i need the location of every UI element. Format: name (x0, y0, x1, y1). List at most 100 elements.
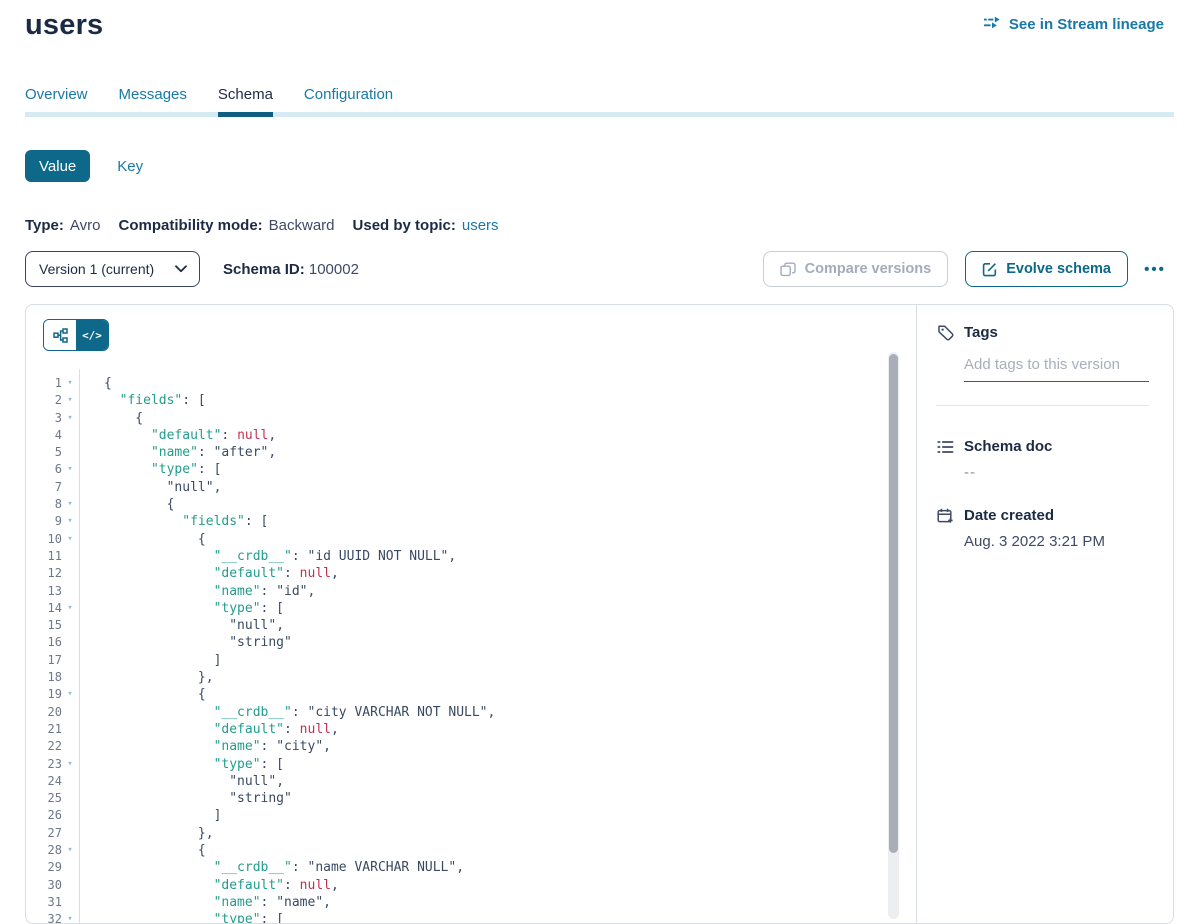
code-scrollbar-thumb[interactable] (889, 354, 898, 853)
fold-spacer (62, 565, 78, 582)
code-line-text: "fields": [ (78, 392, 206, 409)
code-line: 11"__crdb__": "id UUID NOT NULL", (26, 548, 916, 565)
code-line-text: "null", (78, 479, 221, 496)
code-line-text: "__crdb__": "city VARCHAR NOT NULL", (78, 704, 495, 721)
code-line: 24"null", (26, 773, 916, 790)
gutter-separator (79, 369, 80, 923)
line-number: 2 (26, 392, 62, 409)
fold-spacer (62, 807, 78, 824)
meta-compat-label: Compatibility mode: (118, 217, 262, 234)
code-line: 9▾"fields": [ (26, 513, 916, 530)
code-line-text: "default": null, (78, 877, 339, 894)
line-number: 7 (26, 479, 62, 496)
fold-icon[interactable]: ▾ (62, 410, 78, 427)
code-line: 18}, (26, 669, 916, 686)
more-options-button[interactable]: ••• (1136, 261, 1174, 278)
tab-overview[interactable]: Overview (25, 86, 88, 112)
fold-spacer (62, 479, 78, 496)
tabs: Overview Messages Schema Configuration (25, 86, 1174, 112)
tab-messages[interactable]: Messages (119, 86, 187, 112)
evolve-schema-button[interactable]: Evolve schema (965, 251, 1128, 287)
code-line-text: "fields": [ (78, 513, 268, 530)
tab-configuration[interactable]: Configuration (304, 86, 393, 112)
line-number: 20 (26, 704, 62, 721)
topic-link[interactable]: users (462, 217, 499, 234)
schema-doc-header: Schema doc (936, 438, 1149, 455)
line-number: 15 (26, 617, 62, 634)
code-line-text: { (78, 496, 174, 513)
code-lines: 1▾{2▾"fields": [3▾{4"default": null,5"na… (26, 375, 916, 924)
schema-id: Schema ID: 100002 (223, 261, 359, 278)
line-number: 3 (26, 410, 62, 427)
code-line: 27}, (26, 825, 916, 842)
evolve-schema-label: Evolve schema (1006, 261, 1111, 277)
value-toggle-button[interactable]: Value (25, 150, 90, 182)
fold-spacer (62, 704, 78, 721)
code-line-text: }, (78, 825, 214, 842)
fold-icon[interactable]: ▾ (62, 375, 78, 392)
version-select[interactable]: Version 1 (current) (25, 251, 200, 287)
fold-icon[interactable]: ▾ (62, 842, 78, 859)
fold-icon[interactable]: ▾ (62, 461, 78, 478)
meta-type-label: Type: (25, 217, 64, 234)
fold-icon[interactable]: ▾ (62, 513, 78, 530)
date-created-value: Aug. 3 2022 3:21 PM (964, 533, 1149, 550)
code-line: 5"name": "after", (26, 444, 916, 461)
fold-icon[interactable]: ▾ (62, 392, 78, 409)
line-number: 32 (26, 911, 62, 924)
line-number: 6 (26, 461, 62, 478)
fold-icon[interactable]: ▾ (62, 600, 78, 617)
code-line-text: "name": "name", (78, 894, 331, 911)
code-line: 20 "__crdb__": "city VARCHAR NOT NULL", (26, 704, 916, 721)
tab-schema[interactable]: Schema (218, 86, 273, 112)
code-line-text: "default": null, (78, 565, 339, 582)
line-number: 12 (26, 565, 62, 582)
code-line: 6▾"type": [ (26, 461, 916, 478)
line-number: 23 (26, 756, 62, 773)
meta-topic: Used by topic: users (353, 217, 499, 234)
fold-spacer (62, 721, 78, 738)
code-scrollbar-track[interactable] (888, 352, 899, 919)
calendar-plus-icon (936, 508, 954, 524)
line-number: 25 (26, 790, 62, 807)
code-line-text: { (78, 686, 206, 703)
fold-icon[interactable]: ▾ (62, 911, 78, 924)
fold-icon[interactable]: ▾ (62, 531, 78, 548)
fold-spacer (62, 894, 78, 911)
tags-input[interactable] (964, 356, 1149, 373)
code-line-text: { (78, 375, 112, 392)
stream-lineage-label: See in Stream lineage (1009, 16, 1164, 33)
code-line-text: "type": [ (78, 600, 284, 617)
code-line-text: "name": "id", (78, 583, 315, 600)
tree-view-button[interactable] (44, 320, 76, 350)
fold-spacer (62, 773, 78, 790)
schema-meta: Type: Avro Compatibility mode: Backward … (25, 217, 1174, 234)
code-view-button[interactable]: </> (76, 320, 108, 350)
code-line: 8▾{ (26, 496, 916, 513)
meta-compat-value: Backward (269, 217, 335, 234)
tags-input-wrap (964, 356, 1149, 382)
code-line-text: { (78, 531, 206, 548)
fold-icon[interactable]: ▾ (62, 686, 78, 703)
code-line: 25"string" (26, 790, 916, 807)
code-line-text: "__crdb__": "name VARCHAR NULL", (78, 859, 464, 876)
fold-icon[interactable]: ▾ (62, 756, 78, 773)
compare-versions-label: Compare versions (805, 261, 932, 277)
line-number: 24 (26, 773, 62, 790)
code-line-text: "__crdb__": "id UUID NOT NULL", (78, 548, 456, 565)
code-line: 15 "null", (26, 617, 916, 634)
key-toggle-link[interactable]: Key (117, 158, 143, 175)
fold-icon[interactable]: ▾ (62, 496, 78, 513)
code-line: 10▾{ (26, 531, 916, 548)
code-line-text: { (78, 410, 143, 427)
line-number: 30 (26, 877, 62, 894)
code-line-text: "type": [ (78, 461, 221, 478)
code-line: 29"__crdb__": "name VARCHAR NULL", (26, 859, 916, 876)
compare-versions-button[interactable]: Compare versions (763, 251, 949, 287)
stream-lineage-link[interactable]: See in Stream lineage (984, 16, 1164, 33)
line-number: 4 (26, 427, 62, 444)
tags-title: Tags (964, 324, 998, 341)
line-number: 10 (26, 531, 62, 548)
code-line-text: "null", (78, 617, 284, 634)
meta-type: Type: Avro (25, 217, 100, 234)
